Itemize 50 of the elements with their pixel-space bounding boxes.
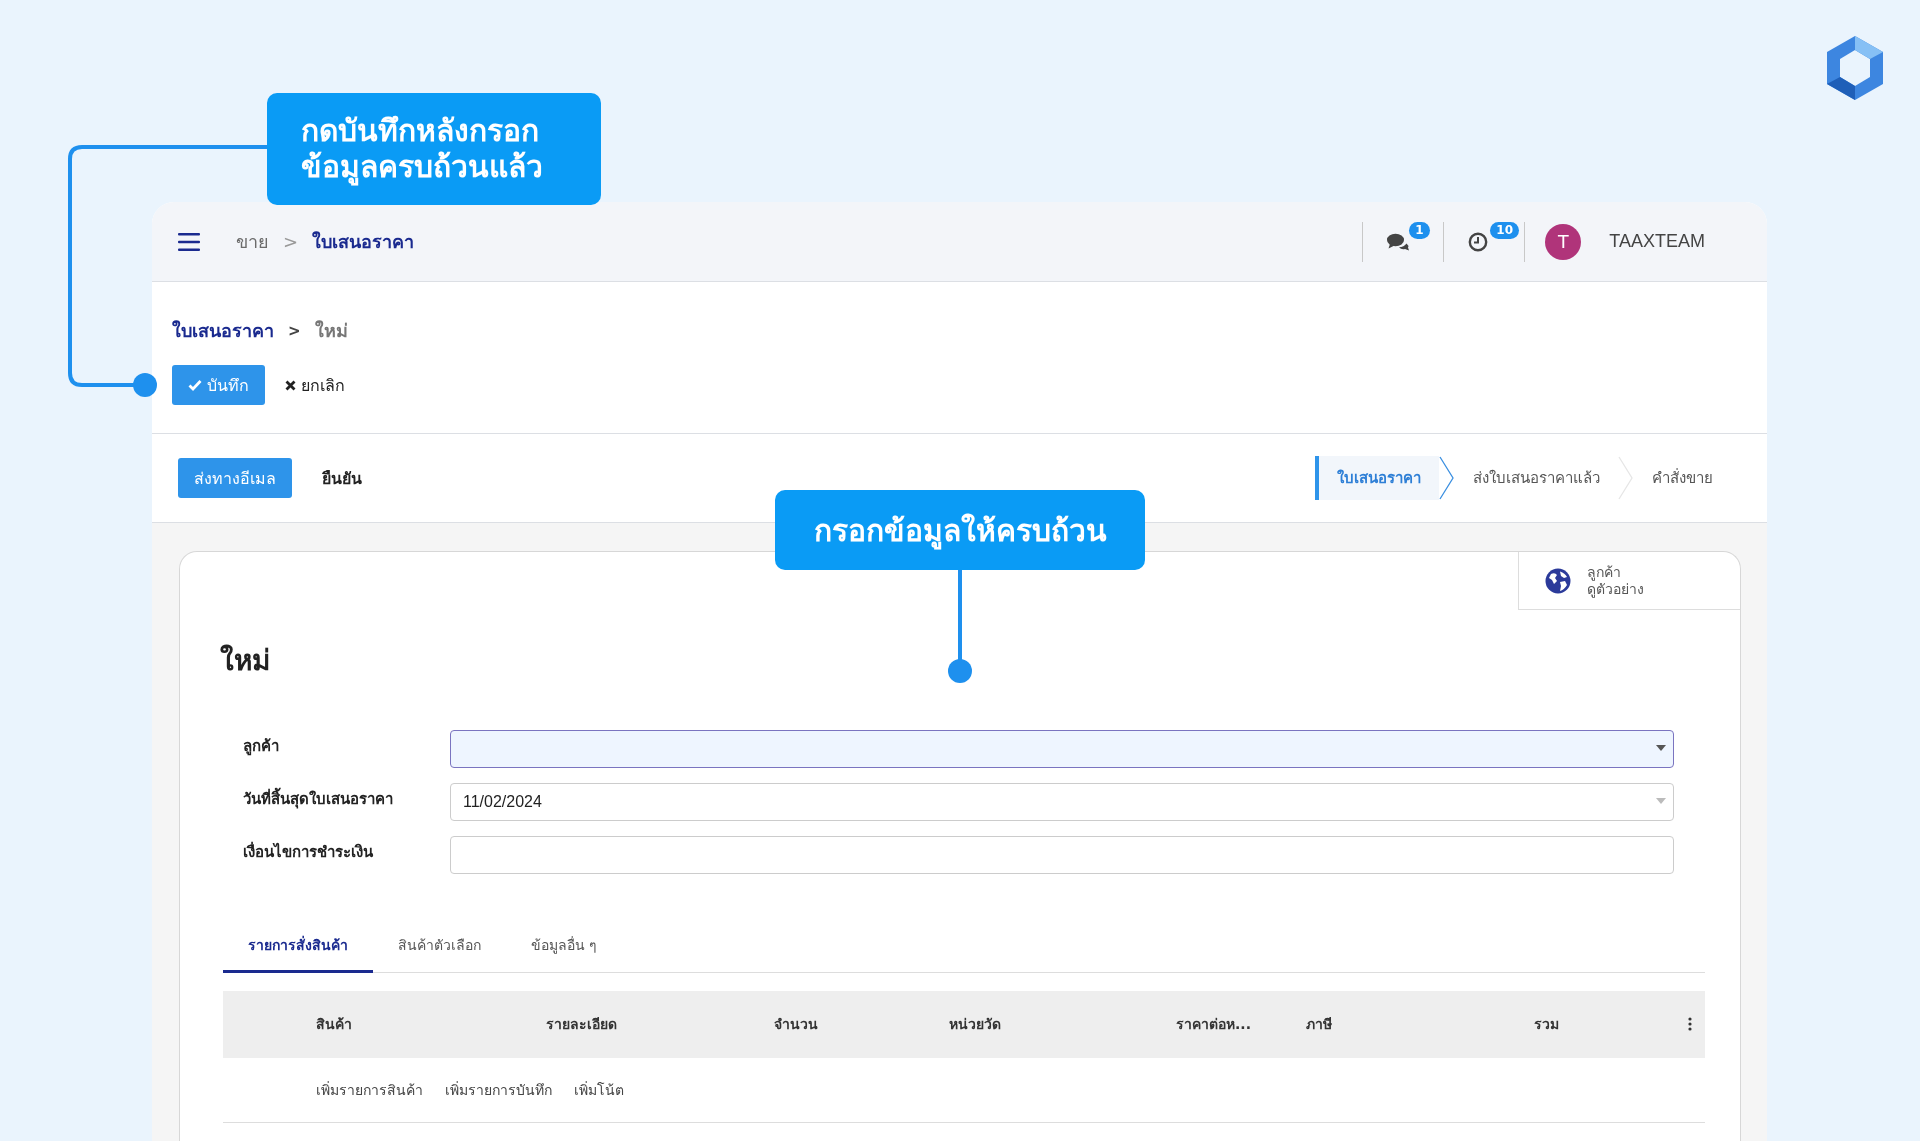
add-line-link[interactable]: เพิ่มโน้ต xyxy=(574,1078,624,1101)
input-field[interactable] xyxy=(450,836,1674,874)
stage-button[interactable]: คำสั่งขาย xyxy=(1634,456,1731,500)
confirm-button[interactable]: ยืนยัน xyxy=(322,465,362,491)
menu-icon[interactable] xyxy=(178,232,200,251)
breadcrumb-item[interactable]: ขาย xyxy=(236,227,269,256)
callout-box: กดบันทึกหลังกรอก ข้อมูลครบถ้วนแล้ว xyxy=(267,93,601,205)
record-title: ใหม่ xyxy=(220,643,271,679)
column-header[interactable]: สินค้า xyxy=(316,1013,516,1035)
stage-button[interactable]: ใบเสนอราคา xyxy=(1315,456,1439,500)
breadcrumb-current: ใหม่ xyxy=(314,319,348,343)
column-header[interactable]: ภาษี xyxy=(1251,1013,1501,1035)
customer-preview-button[interactable]: ลูกค้า ดูตัวอย่าง xyxy=(1518,552,1740,610)
more-options-icon[interactable] xyxy=(1688,1017,1692,1031)
chevron-icon xyxy=(1618,456,1634,500)
discard-button[interactable]: ยกเลิก xyxy=(285,372,345,398)
tab[interactable]: ข้อมูลอื่น ๆ xyxy=(506,922,623,973)
avatar[interactable]: T xyxy=(1545,223,1582,260)
field-label: ลูกค้า xyxy=(243,736,280,758)
breadcrumb-separator: > xyxy=(283,231,299,252)
user-name[interactable]: TAAXTEAM xyxy=(1609,231,1705,252)
input-field[interactable]: 11/02/2024 xyxy=(450,783,1674,821)
callout-box: กรอกข้อมูลให้ครบถ้วน xyxy=(775,490,1145,570)
add-line-link[interactable]: เพิ่มรายการบันทึก xyxy=(445,1078,552,1101)
column-header[interactable]: รวม xyxy=(1534,990,1559,1058)
breadcrumb-item[interactable]: ใบเสนอราคา xyxy=(172,316,274,345)
caret-icon xyxy=(1656,745,1666,751)
column-header[interactable]: จำนวน xyxy=(774,990,818,1058)
column-header[interactable]: รายละเอียด xyxy=(516,1013,646,1035)
stage-button[interactable]: ส่งใบเสนอราคาแล้ว xyxy=(1455,456,1618,500)
field-label: เงื่อนไขการชำระเงิน xyxy=(243,840,374,863)
globe-icon xyxy=(1545,567,1571,594)
chevron-icon xyxy=(1439,456,1455,500)
logo-icon xyxy=(1827,36,1883,100)
add-line-link[interactable]: เพิ่มรายการสินค้า xyxy=(316,1078,423,1101)
input-field[interactable] xyxy=(450,730,1674,768)
tab[interactable]: สินค้าตัวเลือก xyxy=(373,922,506,973)
notification-badge: 1 xyxy=(1409,221,1430,239)
field-label: วันที่สิ้นสุดใบเสนอราคา xyxy=(243,783,450,821)
breadcrumb-separator: > xyxy=(288,321,301,340)
column-header[interactable]: ราคาต่อห... xyxy=(1176,990,1251,1058)
caret-icon xyxy=(1656,798,1666,804)
tab[interactable]: รายการสั่งสินค้า xyxy=(223,922,373,973)
chat-icon[interactable] xyxy=(1387,232,1410,251)
breadcrumb-item[interactable]: ใบเสนอราคา xyxy=(312,227,415,256)
column-header[interactable]: หน่วยวัด xyxy=(818,1013,1120,1035)
notification-badge: 10 xyxy=(1490,221,1519,239)
close-icon xyxy=(285,379,296,391)
check-icon xyxy=(188,379,202,391)
clock-icon[interactable] xyxy=(1468,231,1489,252)
